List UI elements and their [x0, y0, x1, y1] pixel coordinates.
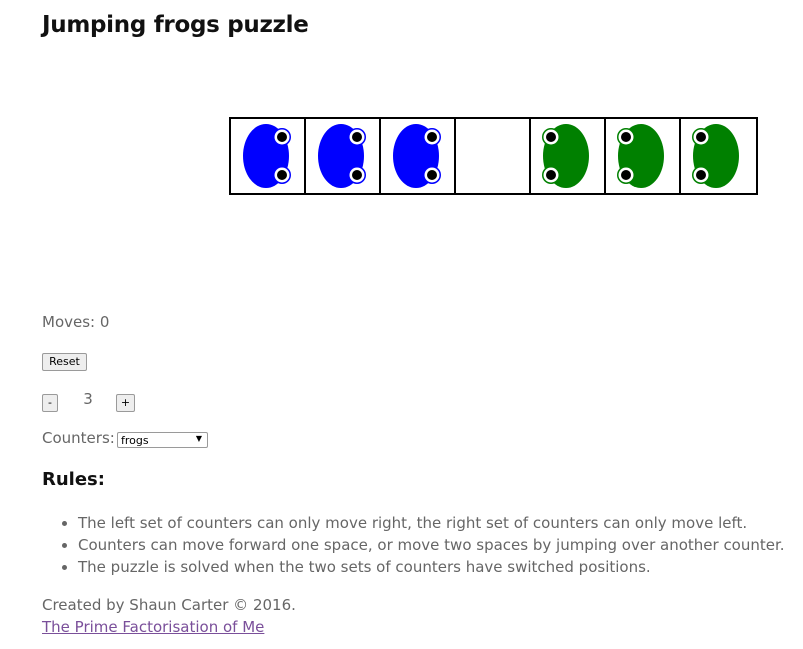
- reset-button[interactable]: Reset: [42, 353, 87, 371]
- page-title: Jumping frogs puzzle: [42, 12, 309, 38]
- board-cell[interactable]: [381, 119, 456, 193]
- green-frog-icon: [617, 124, 664, 188]
- counters-label: Counters:: [42, 429, 115, 447]
- moves-counter: Moves: 0: [42, 313, 110, 331]
- green-frog-icon: [542, 124, 589, 188]
- blue-frog-icon: [318, 124, 366, 188]
- board-cell[interactable]: [681, 119, 756, 193]
- decrement-button[interactable]: -: [42, 394, 58, 412]
- rule-item: The left set of counters can only move r…: [78, 512, 803, 534]
- board-cell[interactable]: [306, 119, 381, 193]
- dropdown-arrow-icon: ▼: [195, 434, 202, 443]
- blue-frog-icon: [243, 124, 291, 188]
- counter-count: 3: [83, 390, 93, 408]
- counters-select[interactable]: frogs ▼: [117, 432, 208, 448]
- board-cell[interactable]: [231, 119, 306, 193]
- board-cell[interactable]: [606, 119, 681, 193]
- credit-text: Created by Shaun Carter © 2016.: [42, 596, 296, 614]
- rules-list: The left set of counters can only move r…: [42, 512, 803, 578]
- rule-item: Counters can move forward one space, or …: [78, 534, 803, 556]
- rule-item: The puzzle is solved when the two sets o…: [78, 556, 803, 578]
- counters-select-value: frogs: [121, 434, 149, 447]
- increment-button[interactable]: +: [116, 394, 135, 412]
- puzzle-board: [229, 117, 758, 195]
- rules-heading: Rules:: [42, 469, 105, 490]
- board-cell[interactable]: [531, 119, 606, 193]
- prime-factorisation-link[interactable]: The Prime Factorisation of Me: [42, 618, 264, 636]
- blue-frog-icon: [393, 124, 441, 188]
- green-frog-icon: [692, 124, 739, 188]
- board-cell-empty[interactable]: [456, 119, 531, 193]
